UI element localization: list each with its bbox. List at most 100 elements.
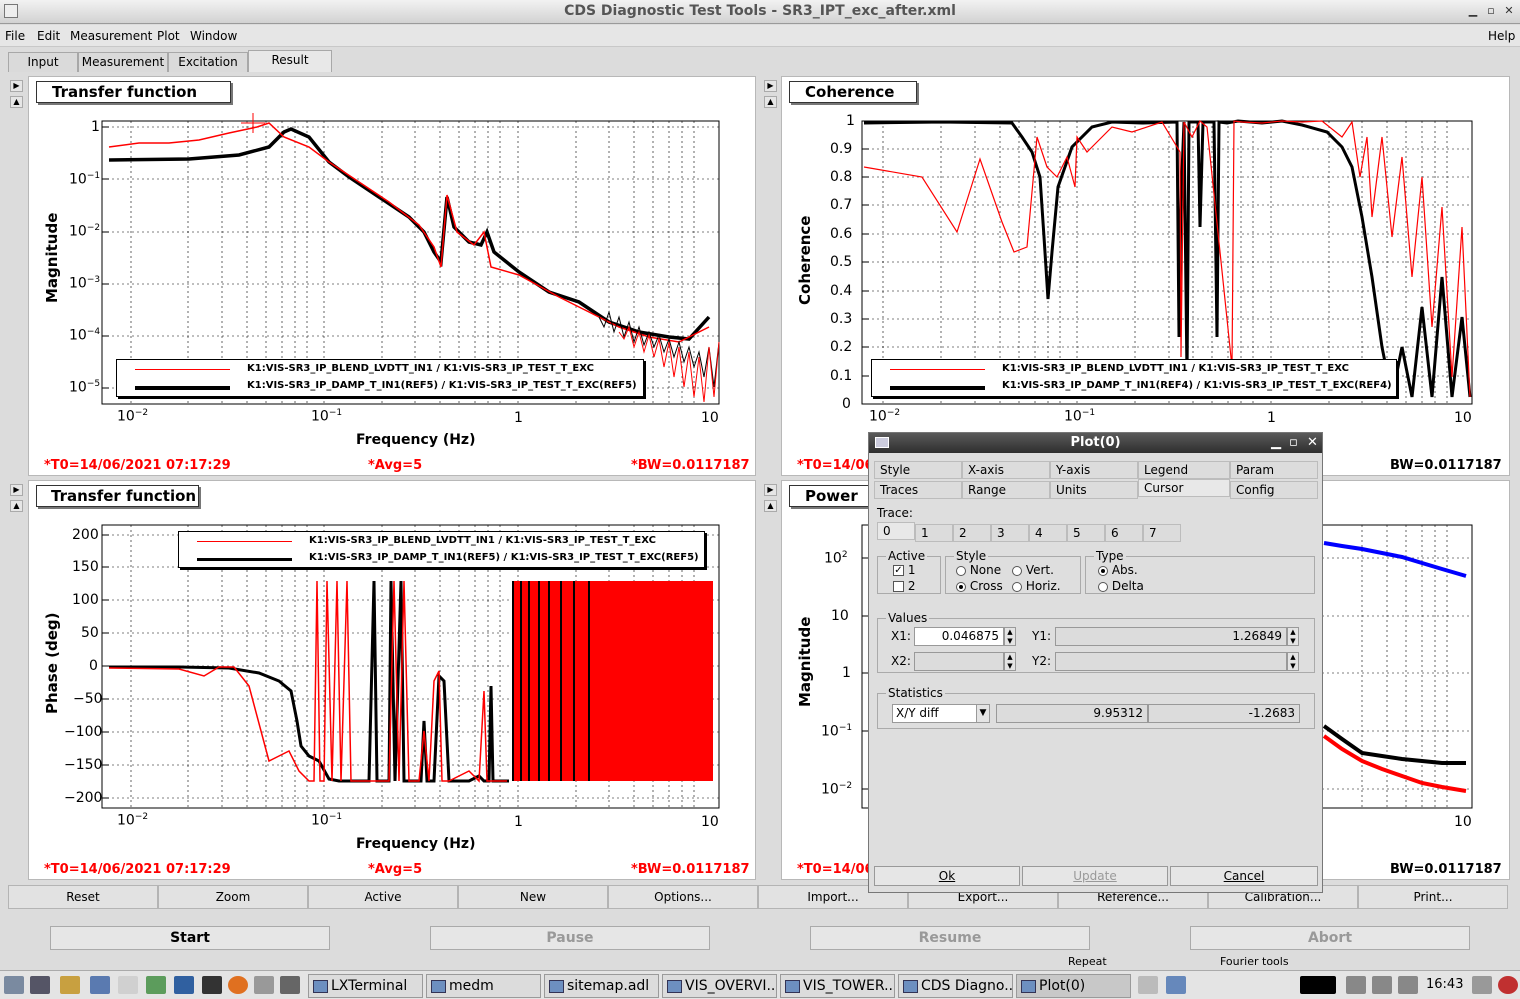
minimize-icon[interactable]: ▁ [1466,4,1480,18]
tab-result[interactable]: Result [248,50,332,72]
app-icon[interactable] [254,976,274,994]
volume-icon[interactable] [1372,976,1392,994]
window-titlebar[interactable]: CDS Diagnostic Test Tools - SR3_IPT_exc_… [0,0,1520,24]
y1-spinner-icon[interactable]: ▲ ▼ [1287,627,1299,646]
dialog-tab-legend[interactable]: Legend [1138,461,1230,479]
chevron-down-icon[interactable]: ▼ [976,704,990,723]
dialog-tab-cursor[interactable]: Cursor [1138,479,1230,497]
trace-tab-2[interactable]: 2 [953,524,991,542]
menu-help[interactable]: Help [1488,29,1515,43]
panel-bl-collapse-icon[interactable]: ▲ [10,500,23,512]
panel-tr-collapse-icon[interactable]: ▲ [764,96,777,108]
pause-button[interactable]: Pause [430,926,710,950]
abort-button[interactable]: Abort [1190,926,1470,950]
reset-button[interactable]: Reset [8,885,158,909]
dialog-tab-range[interactable]: Range [962,481,1050,499]
app-icon[interactable] [118,976,138,994]
dialog-tab-traces[interactable]: Traces [874,481,962,499]
dialog-tab-y-axis[interactable]: Y-axis [1050,461,1138,479]
legend[interactable]: K1:VIS-SR3_IP_BLEND_LVDTT_IN1 / K1:VIS-S… [116,359,644,397]
plot-panel-transfer-magnitude[interactable]: Transfer function 1 10−1 10−2 10−3 10−4 … [28,76,756,476]
active-button[interactable]: Active [308,885,458,909]
panel-tr-expand-icon[interactable]: ▶ [764,80,777,92]
new-button[interactable]: New [458,885,608,909]
active-1-checkbox[interactable]: ✓ 1 [893,563,915,577]
dialog-titlebar[interactable]: Plot(0) ▁ ▫ ✕ [869,433,1322,453]
panel-br-expand-icon[interactable]: ▶ [764,484,777,496]
trace-tab-3[interactable]: 3 [991,524,1029,542]
print-button[interactable]: Print... [1358,885,1508,909]
show-desktop-icon[interactable] [30,976,50,994]
taskbar-item-vis-tower[interactable]: VIS_TOWER... [780,974,895,998]
taskbar-item-medm[interactable]: medm [426,974,541,998]
dialog-tab-param[interactable]: Param [1230,461,1318,479]
trace-tab-6[interactable]: 6 [1105,524,1143,542]
workspace-icon[interactable] [1138,976,1158,994]
dialog-tab-units[interactable]: Units [1050,481,1138,499]
ok-button[interactable]: Ok [874,866,1020,886]
tab-measurement[interactable]: Measurement [78,52,168,72]
active-2-checkbox[interactable]: 2 [893,579,915,593]
panel-tl-expand-icon[interactable]: ▶ [10,80,23,92]
type-delta-radio[interactable]: Delta [1098,579,1144,593]
style-none-radio[interactable]: None [956,563,1001,577]
menu-measurement[interactable]: Measurement [70,29,152,43]
terminal-icon[interactable] [202,976,222,994]
trace-tab-1[interactable]: 1 [915,524,953,542]
trace-tab-4[interactable]: 4 [1029,524,1067,542]
taskbar-item-sitemap[interactable]: sitemap.adl [544,974,659,998]
menu-window[interactable]: Window [190,29,237,43]
x1-field[interactable]: 0.046875 [914,627,1004,646]
dialog-maximize-icon[interactable]: ▫ [1289,433,1298,453]
maximize-icon[interactable]: ▫ [1484,4,1498,18]
dialog-minimize-icon[interactable]: ▁ [1271,433,1281,453]
workspace-icon[interactable] [1166,976,1186,994]
taskbar-item-plot0[interactable]: Plot(0) [1016,974,1131,998]
system-monitor-icon[interactable] [174,976,194,994]
options-button[interactable]: Options... [608,885,758,909]
dialog-tab-style[interactable]: Style [874,461,962,479]
panel-br-collapse-icon[interactable]: ▲ [764,500,777,512]
start-button[interactable]: Start [50,926,330,950]
panel-tl-collapse-icon[interactable]: ▲ [10,96,23,108]
dialog-close-icon[interactable]: ✕ [1307,433,1318,453]
app-icon[interactable] [146,976,166,994]
taskbar-item-cds-diagnostic[interactable]: CDS Diagno... [898,974,1013,998]
tab-excitation[interactable]: Excitation [168,52,248,72]
plot-panel-transfer-phase[interactable]: Transfer function 200 150 100 50 0 −50 −… [28,480,756,880]
style-cross-radio[interactable]: Cross [956,579,1003,593]
taskbar-item-lxterminal[interactable]: LXTerminal [308,974,423,998]
plot-panel-coherence[interactable]: Coherence 1 0.9 0.8 0.7 0.6 0.5 0.4 0.3 … [781,76,1510,476]
legend[interactable]: K1:VIS-SR3_IP_BLEND_LVDTT_IN1 / K1:VIS-S… [178,531,705,568]
tab-input[interactable]: Input [8,52,78,72]
trace-tab-0[interactable]: 0 [877,522,915,540]
cancel-button[interactable]: Cancel [1170,866,1318,886]
dialog-tab-config[interactable]: Config [1230,481,1318,499]
type-abs-radio[interactable]: Abs. [1098,563,1138,577]
zoom-button[interactable]: Zoom [158,885,308,909]
y2-spinner-icon[interactable]: ▲ ▼ [1287,652,1299,671]
update-button[interactable]: Update [1022,866,1168,886]
y2-field[interactable] [1055,652,1287,671]
power-icon[interactable] [1498,976,1518,994]
style-horiz-radio[interactable]: Horiz. [1012,579,1061,593]
file-manager-icon[interactable] [60,976,80,994]
legend[interactable]: K1:VIS-SR3_IP_BLEND_LVDTT_IN1 / K1:VIS-S… [871,359,1397,397]
firefox-icon[interactable] [228,976,248,994]
taskbar-item-vis-overview[interactable]: VIS_OVERVI... [662,974,777,998]
x1-spinner-icon[interactable]: ▲ ▼ [1004,627,1016,646]
menu-plot[interactable]: Plot [157,29,180,43]
trace-tab-5[interactable]: 5 [1067,524,1105,542]
window-menu-icon[interactable] [4,4,18,18]
resume-button[interactable]: Resume [810,926,1090,950]
start-menu-icon[interactable] [4,976,24,994]
network-icon[interactable] [1346,976,1366,994]
lock-icon[interactable] [1472,976,1492,994]
close-icon[interactable]: ✕ [1502,4,1516,18]
app-icon[interactable] [90,976,110,994]
x2-spinner-icon[interactable]: ▲ ▼ [1004,652,1016,671]
panel-bl-expand-icon[interactable]: ▶ [10,484,23,496]
menu-file[interactable]: File [5,29,25,43]
trace-tab-7[interactable]: 7 [1143,524,1181,542]
style-vert-radio[interactable]: Vert. [1012,563,1054,577]
